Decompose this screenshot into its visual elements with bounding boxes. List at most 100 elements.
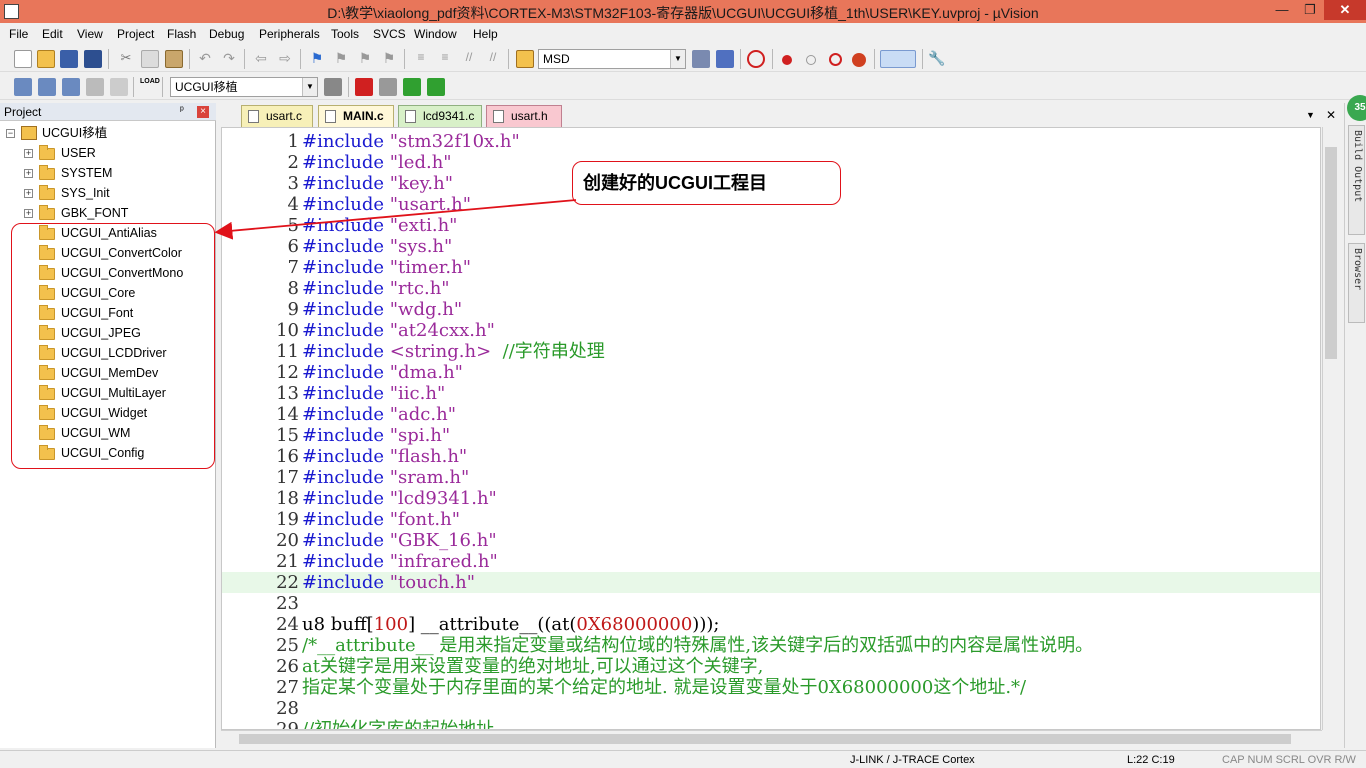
code-line[interactable]: 9 #include "wdg.h": [222, 299, 1320, 320]
code-line[interactable]: 12 #include "dma.h": [222, 362, 1320, 383]
code-line[interactable]: 11 #include <string.h> //字符串处理: [222, 341, 1320, 362]
code-line[interactable]: 1 #include "stm32f10x.h": [222, 131, 1320, 152]
wrench-icon[interactable]: 🔧: [928, 50, 946, 68]
code-line[interactable]: 21 #include "infrared.h": [222, 551, 1320, 572]
tab-usart-c[interactable]: usart.c: [241, 105, 313, 127]
find-in-files-icon[interactable]: [516, 50, 534, 68]
tree-group-sys-init[interactable]: + SYS_Init: [24, 184, 204, 202]
code-line[interactable]: 18 #include "lcd9341.h": [222, 488, 1320, 509]
tab-usart-h[interactable]: usart.h: [486, 105, 562, 127]
minimize-button[interactable]: —: [1268, 0, 1296, 20]
download-icon[interactable]: LOAD: [140, 78, 160, 96]
scrollbar-thumb[interactable]: [1325, 147, 1337, 359]
maximize-button[interactable]: ❐: [1296, 0, 1324, 20]
code-line[interactable]: 24 u8 buff[100] __attribute__((at(0X68000…: [222, 614, 1320, 635]
code-line[interactable]: 27 指定某个变量处于内存里面的某个给定的地址. 就是设置变量处于0X680000…: [222, 677, 1320, 698]
undo-icon[interactable]: ↶: [196, 50, 214, 68]
tab-main-c[interactable]: MAIN.c: [318, 105, 394, 127]
code-line[interactable]: 7 #include "timer.h": [222, 257, 1320, 278]
disable-breakpoint-icon[interactable]: [806, 55, 816, 65]
indent-icon[interactable]: ≡: [412, 50, 430, 68]
navigate-forward-icon[interactable]: ⇨: [276, 50, 294, 68]
cut-icon[interactable]: ✂: [117, 50, 135, 68]
tree-root[interactable]: − UCGUI移植: [6, 124, 206, 142]
menu-file[interactable]: File: [9, 27, 28, 41]
expand-icon[interactable]: +: [24, 209, 33, 218]
collapse-icon[interactable]: −: [6, 129, 15, 138]
code-line[interactable]: 22 #include "touch.h": [222, 572, 1320, 593]
redo-icon[interactable]: ↷: [220, 50, 238, 68]
code-line[interactable]: 15 #include "spi.h": [222, 425, 1320, 446]
code-line[interactable]: 16 #include "flash.h": [222, 446, 1320, 467]
pin-icon[interactable]: ᵖ: [180, 105, 184, 116]
bookmark-icon[interactable]: ⚑: [308, 50, 326, 68]
file-extensions-icon[interactable]: [379, 78, 397, 96]
uncomment-icon[interactable]: //: [484, 50, 502, 68]
target-options-icon[interactable]: [324, 78, 342, 96]
menu-view[interactable]: View: [77, 27, 103, 41]
build-output-tab[interactable]: Build Output: [1348, 125, 1365, 235]
tab-lcd9341-c[interactable]: lcd9341.c: [398, 105, 482, 127]
code-line[interactable]: 6 #include "sys.h": [222, 236, 1320, 257]
menu-flash[interactable]: Flash: [167, 27, 196, 41]
stop-build-icon[interactable]: [110, 78, 128, 96]
manage-rte-icon[interactable]: [403, 78, 421, 96]
menu-debug[interactable]: Debug: [209, 27, 244, 41]
save-icon[interactable]: [60, 50, 78, 68]
close-window-button[interactable]: ✕: [1324, 0, 1366, 20]
code-line[interactable]: 28: [222, 698, 1320, 719]
code-line[interactable]: 26 at关键字是用来设置变量的绝对地址,可以通过这个关键字,: [222, 656, 1320, 677]
prev-bookmark-icon[interactable]: ⚑: [332, 50, 350, 68]
code-line[interactable]: 23: [222, 593, 1320, 614]
browser-tab[interactable]: Browser: [1348, 243, 1365, 323]
code-line[interactable]: 20 #include "GBK_16.h": [222, 530, 1320, 551]
tab-list-dropdown[interactable]: ▼: [1306, 110, 1315, 120]
menu-svcs[interactable]: SVCS: [373, 27, 406, 41]
code-line[interactable]: 13 #include "iic.h": [222, 383, 1320, 404]
close-tab-button[interactable]: ✕: [1326, 108, 1336, 122]
breakpoint-icon[interactable]: [782, 55, 792, 65]
scrollbar-thumb[interactable]: [239, 734, 1291, 744]
code-editor[interactable]: 1 #include "stm32f10x.h" 2 #include "led.h"…: [221, 127, 1321, 730]
clear-bookmarks-icon[interactable]: ⚑: [380, 50, 398, 68]
expand-icon[interactable]: +: [24, 149, 33, 158]
open-folder-icon[interactable]: [37, 50, 55, 68]
save-all-icon[interactable]: [84, 50, 102, 68]
disable-all-breakpoints-icon[interactable]: [829, 53, 842, 66]
code-line[interactable]: 8 #include "rtc.h": [222, 278, 1320, 299]
find-icon[interactable]: [692, 50, 710, 68]
paste-icon[interactable]: [165, 50, 183, 68]
tree-group-user[interactable]: + USER: [24, 144, 204, 162]
menu-peripherals[interactable]: Peripherals: [259, 27, 320, 41]
menu-project[interactable]: Project: [117, 27, 154, 41]
menu-tools[interactable]: Tools: [331, 27, 359, 41]
menu-window[interactable]: Window: [414, 27, 457, 41]
editor-vertical-scrollbar[interactable]: [1322, 127, 1338, 730]
code-line[interactable]: 19 #include "font.h": [222, 509, 1320, 530]
code-line[interactable]: 5 #include "exti.h": [222, 215, 1320, 236]
incremental-find-icon[interactable]: [716, 50, 734, 68]
editor-horizontal-scrollbar[interactable]: [221, 730, 1322, 746]
debug-session-icon[interactable]: [747, 50, 765, 68]
next-bookmark-icon[interactable]: ⚑: [356, 50, 374, 68]
build-icon[interactable]: [38, 78, 56, 96]
comment-icon[interactable]: //: [460, 50, 478, 68]
expand-icon[interactable]: +: [24, 189, 33, 198]
select-packs-icon[interactable]: [427, 78, 445, 96]
kill-all-breakpoints-icon[interactable]: [852, 53, 866, 67]
navigate-back-icon[interactable]: ⇦: [252, 50, 270, 68]
manage-components-icon[interactable]: [355, 78, 373, 96]
tree-group-system[interactable]: + SYSTEM: [24, 164, 204, 182]
unindent-icon[interactable]: ≡: [436, 50, 454, 68]
tree-group-gbk-font[interactable]: + GBK_FONT: [24, 204, 204, 222]
code-line[interactable]: 10 #include "at24cxx.h": [222, 320, 1320, 341]
menu-help[interactable]: Help: [473, 27, 498, 41]
menu-edit[interactable]: Edit: [42, 27, 63, 41]
close-panel-button[interactable]: ×: [197, 106, 209, 118]
translate-icon[interactable]: [14, 78, 32, 96]
copy-icon[interactable]: [141, 50, 159, 68]
expand-icon[interactable]: +: [24, 169, 33, 178]
code-line[interactable]: 14 #include "adc.h": [222, 404, 1320, 425]
code-line[interactable]: 17 #include "sram.h": [222, 467, 1320, 488]
batch-build-icon[interactable]: [86, 78, 104, 96]
